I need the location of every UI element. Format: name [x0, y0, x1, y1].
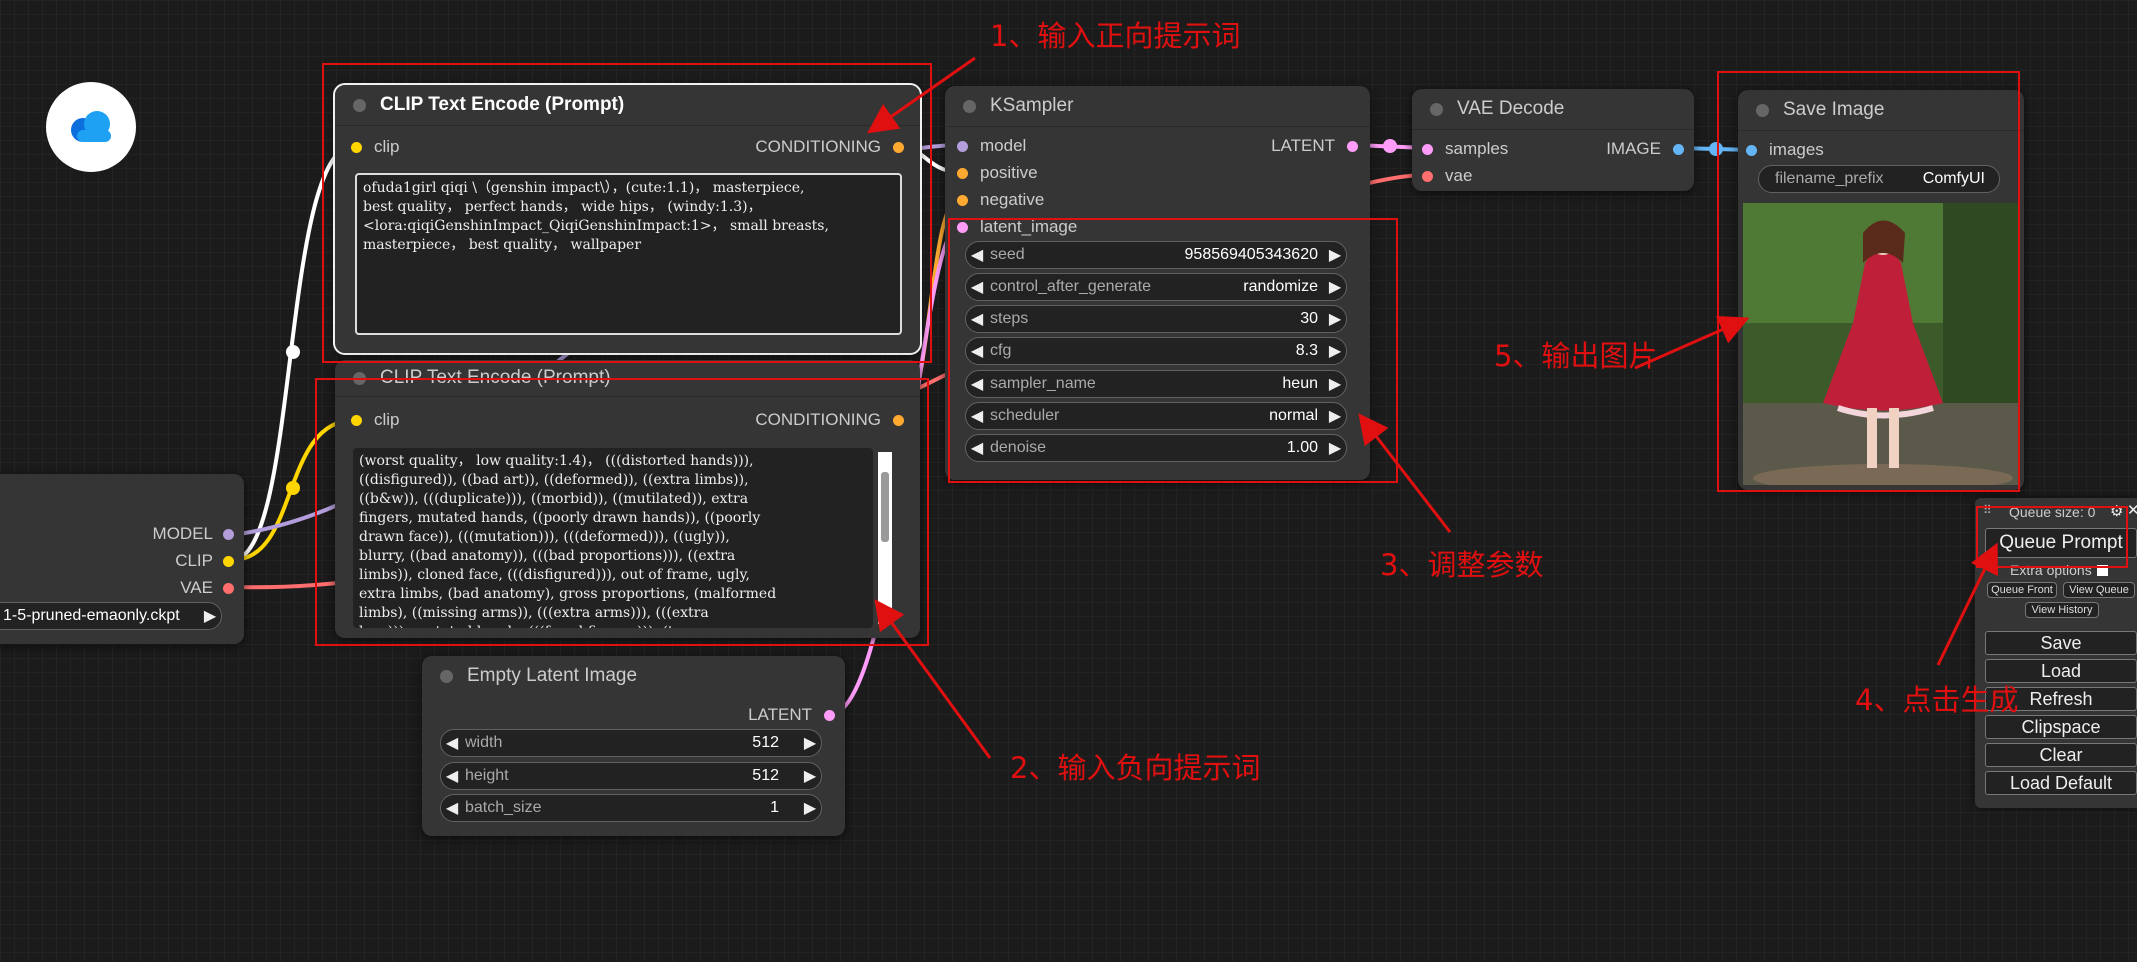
latent-socket-icon[interactable]	[1422, 143, 1433, 155]
output-image-label: IMAGE	[1606, 139, 1661, 158]
arrow-left-icon[interactable]: ◀	[441, 798, 463, 818]
annotation-3: 3、调整参数	[1380, 548, 1544, 582]
output-latent[interactable]: LATENT	[1271, 136, 1358, 156]
output-latent[interactable]: LATENT	[748, 705, 835, 725]
highlight-parameters	[948, 218, 1398, 483]
input-negative[interactable]: negative	[957, 190, 1044, 210]
latent-socket-icon[interactable]	[1347, 140, 1358, 152]
vae-decode-node[interactable]: VAE Decode samples vae IMAGE	[1412, 89, 1694, 191]
conditioning-socket-icon[interactable]	[957, 167, 968, 179]
highlight-output-image	[1717, 71, 2020, 492]
height-widget[interactable]: ◀ height 512 ▶	[440, 762, 822, 790]
highlight-queue-prompt	[1976, 506, 2128, 568]
view-queue-button[interactable]: View Queue	[2063, 582, 2135, 598]
output-vae-label: VAE	[180, 578, 213, 597]
output-latent-label: LATENT	[748, 705, 812, 724]
input-negative-label: negative	[980, 190, 1045, 209]
image-socket-icon[interactable]	[1673, 143, 1684, 155]
model-socket-icon[interactable]	[957, 140, 968, 152]
arrow-left-icon[interactable]: ◀	[441, 766, 463, 786]
output-clip-label: CLIP	[175, 551, 213, 570]
batch-size-widget[interactable]: ◀ batch_size 1 ▶	[440, 794, 822, 822]
vae-socket-icon[interactable]	[1422, 170, 1433, 182]
ksampler-title: KSampler	[990, 95, 1074, 116]
output-latent-label: LATENT	[1271, 136, 1335, 155]
arrow-right-icon[interactable]: ▶	[799, 733, 821, 753]
output-vae[interactable]: VAE	[180, 578, 234, 598]
output-model[interactable]: MODEL	[153, 524, 234, 544]
vae-socket-icon[interactable]	[223, 582, 234, 594]
output-clip[interactable]: CLIP	[175, 551, 234, 571]
empty-latent-title: Empty Latent Image	[467, 665, 638, 686]
widget-label: batch_size	[465, 799, 542, 816]
arrow-right-icon[interactable]: ▶	[199, 606, 221, 626]
highlight-negative-prompt	[315, 378, 929, 646]
input-positive[interactable]: positive	[957, 163, 1038, 183]
input-vae-label: vae	[1445, 166, 1473, 185]
annotation-4: 4、点击生成	[1855, 683, 2019, 717]
close-icon[interactable]: ✕	[2127, 501, 2137, 519]
widget-label: height	[465, 767, 509, 784]
annotation-2: 2、输入负向提示词	[1010, 751, 1261, 785]
widget-value: 512	[752, 767, 779, 784]
collapse-dot-icon[interactable]	[440, 669, 453, 683]
ckpt-name-widget[interactable]: 1-5-pruned-emaonly.ckpt ▶	[0, 602, 222, 630]
input-samples-label: samples	[1445, 139, 1509, 158]
clear-button[interactable]: Clear	[1985, 743, 2137, 767]
load-checkpoint-node[interactable]: MODEL CLIP VAE 1-5-pruned-emaonly.ckpt ▶	[0, 474, 244, 644]
input-positive-label: positive	[980, 163, 1038, 182]
vae-decode-title: VAE Decode	[1457, 98, 1565, 119]
latent-socket-icon[interactable]	[824, 709, 835, 721]
app-logo	[46, 82, 136, 172]
collapse-dot-icon[interactable]	[1430, 102, 1443, 116]
highlight-positive-prompt	[322, 63, 932, 363]
output-image[interactable]: IMAGE	[1606, 139, 1684, 159]
node-title[interactable]: KSampler	[945, 86, 1370, 127]
save-button[interactable]: Save	[1985, 631, 2137, 655]
input-vae[interactable]: vae	[1422, 166, 1472, 186]
node-title[interactable]: Empty Latent Image	[422, 656, 845, 696]
widget-value: 512	[752, 734, 779, 751]
arrow-right-icon[interactable]: ▶	[799, 766, 821, 786]
annotation-1: 1、输入正向提示词	[990, 19, 1241, 53]
widget-value: 1	[770, 799, 779, 816]
node-title[interactable]: VAE Decode	[1412, 89, 1694, 130]
collapse-dot-icon[interactable]	[963, 99, 976, 113]
ckpt-name-value: 1-5-pruned-emaonly.ckpt	[3, 607, 180, 624]
input-samples[interactable]: samples	[1422, 139, 1508, 159]
annotation-5: 5、输出图片	[1494, 339, 1658, 373]
input-model[interactable]: model	[957, 136, 1026, 156]
input-model-label: model	[980, 136, 1027, 155]
cloud-icon	[71, 111, 111, 142]
load-default-button[interactable]: Load Default	[1985, 771, 2137, 795]
queue-front-button[interactable]: Queue Front	[1987, 582, 2057, 598]
arrow-left-icon[interactable]: ◀	[441, 733, 463, 753]
conditioning-socket-icon[interactable]	[957, 194, 968, 206]
widget-label: width	[465, 734, 503, 751]
width-widget[interactable]: ◀ width 512 ▶	[440, 729, 822, 757]
model-socket-icon[interactable]	[223, 528, 234, 540]
clip-socket-icon[interactable]	[223, 555, 234, 567]
output-model-label: MODEL	[152, 524, 213, 543]
empty-latent-node[interactable]: Empty Latent Image LATENT ◀ width 512 ▶ …	[422, 656, 845, 836]
view-history-button[interactable]: View History	[2025, 602, 2099, 618]
arrow-right-icon[interactable]: ▶	[799, 798, 821, 818]
